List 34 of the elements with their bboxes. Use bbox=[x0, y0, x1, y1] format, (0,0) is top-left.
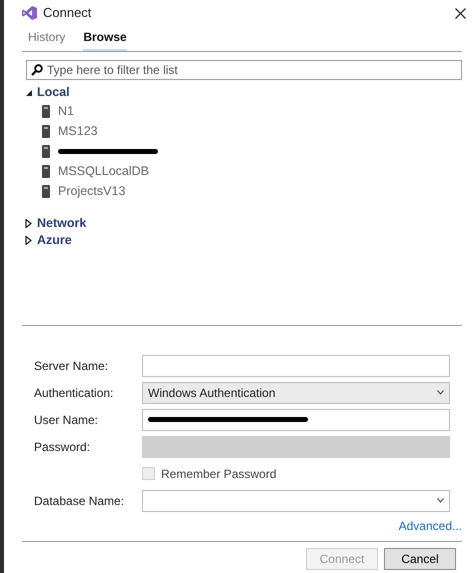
filter-field[interactable]: Type here to filter the list bbox=[26, 60, 462, 80]
window-title: Connect bbox=[43, 4, 92, 22]
tree-node[interactable]: Azure bbox=[37, 231, 72, 250]
field-label: Server Name: bbox=[34, 358, 110, 374]
server-name[interactable]: MS123 bbox=[58, 122, 98, 140]
input-field[interactable] bbox=[142, 354, 450, 376]
collapsed-arrow-icon[interactable] bbox=[25, 236, 32, 245]
server-name[interactable]: N1 bbox=[58, 102, 74, 120]
dropdown-caret-icon bbox=[437, 498, 444, 503]
field-label: Authentication: bbox=[34, 384, 114, 402]
server-icon bbox=[42, 164, 50, 178]
dropdown[interactable]: Windows Authentication bbox=[142, 382, 450, 404]
server-icon bbox=[42, 124, 50, 138]
server-name[interactable]: MSSQLLocalDB bbox=[58, 162, 150, 180]
tab[interactable]: Browse bbox=[83, 26, 127, 51]
app-logo-icon bbox=[22, 6, 37, 20]
dropdown-caret-icon bbox=[437, 390, 444, 395]
collapsed-arrow-icon[interactable] bbox=[25, 219, 32, 228]
server-icon bbox=[42, 184, 50, 198]
server-icon bbox=[42, 144, 50, 158]
field-label: User Name: bbox=[34, 412, 100, 428]
expanded-arrow-icon[interactable] bbox=[25, 88, 32, 97]
field-label: Password: bbox=[34, 438, 92, 456]
dialog-button[interactable]: Cancel bbox=[384, 548, 456, 570]
checkbox-label: Remember Password bbox=[161, 466, 276, 482]
advanced-link[interactable]: Advanced... bbox=[398, 517, 462, 535]
tab[interactable]: History bbox=[28, 26, 66, 51]
close-icon[interactable] bbox=[455, 8, 466, 19]
tree-node[interactable]: Network bbox=[37, 214, 86, 233]
input-field[interactable] bbox=[142, 408, 450, 430]
server-name[interactable]: ProjectsV13 bbox=[58, 182, 126, 200]
server-icon bbox=[42, 104, 50, 118]
tree-node[interactable]: Local bbox=[37, 83, 70, 102]
field-label: Database Name: bbox=[34, 492, 126, 510]
